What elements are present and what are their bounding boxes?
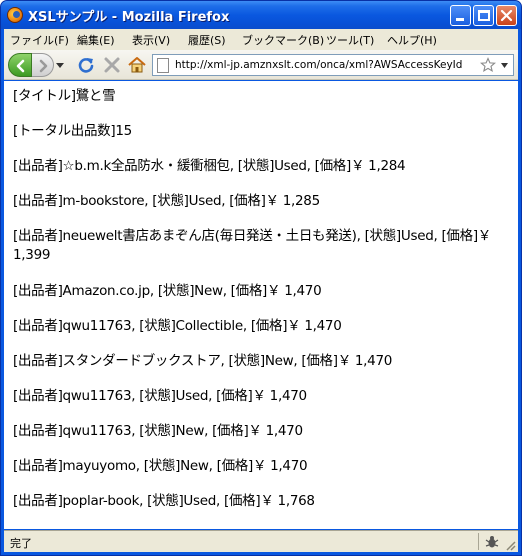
close-button[interactable] xyxy=(496,5,517,26)
bookmark-star-icon[interactable] xyxy=(480,57,496,73)
stop-icon[interactable] xyxy=(102,55,122,75)
resize-grip-icon[interactable] xyxy=(504,539,516,551)
listing-item: [出品者]m-bookstore, [状態]Used, [価格]￥ 1,285 xyxy=(13,193,320,209)
menu-edit[interactable]: 編集(E) xyxy=(77,32,115,48)
listing-item: [出品者]qwu11763, [状態]Collectible, [価格]￥ 1,… xyxy=(13,318,342,334)
firefox-icon[interactable] xyxy=(7,7,23,23)
book-title: [タイトル]鷺と雪 xyxy=(13,88,116,104)
url-dropdown-icon[interactable] xyxy=(501,63,508,68)
listing-item: [出品者]スタンダードブックストア, [状態]New, [価格]￥ 1,470 xyxy=(13,353,393,369)
home-icon[interactable] xyxy=(127,55,147,75)
listing-item: [出品者]Amazon.co.jp, [状態]New, [価格]￥ 1,470 xyxy=(13,283,322,299)
title-bar[interactable]: XSLサンプル - Mozilla Firefox xyxy=(1,1,521,29)
close-icon xyxy=(500,9,513,22)
status-text: 完了 xyxy=(10,537,32,550)
browser-window: XSLサンプル - Mozilla Firefox ファイル(F) 編集(E) … xyxy=(0,0,522,556)
minimize-button[interactable] xyxy=(450,5,471,26)
listing-item: [出品者]☆b.m.k全品防水・緩衝梱包, [状態]Used, [価格]￥ 1,… xyxy=(13,158,406,174)
menu-tools[interactable]: ツール(T) xyxy=(326,32,374,48)
back-button[interactable] xyxy=(8,53,32,77)
address-bar[interactable]: http://xml-jp.amznxslt.com/onca/xml?AWSA… xyxy=(152,54,514,76)
reload-icon[interactable] xyxy=(76,55,96,75)
status-bar: 完了 xyxy=(4,530,518,552)
listing-item: [出品者]qwu11763, [状態]New, [価格]￥ 1,470 xyxy=(13,423,303,439)
page-icon xyxy=(157,58,169,73)
history-dropdown-icon[interactable] xyxy=(56,60,64,70)
minimize-icon xyxy=(456,18,464,21)
forward-button[interactable] xyxy=(32,53,54,77)
listing-item: [出品者]poplar-book, [状態]Used, [価格]￥ 1,768 xyxy=(13,493,315,509)
listing-item: [出品者]qwu11763, [状態]Used, [価格]￥ 1,470 xyxy=(13,388,307,404)
menu-history[interactable]: 履歴(S) xyxy=(188,32,226,48)
listing-item: [出品者]mayuyomo, [状態]New, [価格]￥ 1,470 xyxy=(13,458,308,474)
menu-bar: ファイル(F) 編集(E) 表示(V) 履歴(S) ブックマーク(B) ツール(… xyxy=(4,29,518,50)
window-title: XSLサンプル - Mozilla Firefox xyxy=(28,10,230,25)
total-listings: [トータル出品数]15 xyxy=(13,123,132,139)
listing-item: [出品者]neuewelt書店あまぞん店(毎日発送・土日も発送), [状態]Us… xyxy=(13,228,492,263)
menu-file[interactable]: ファイル(F) xyxy=(10,32,69,48)
bug-icon[interactable] xyxy=(484,534,500,550)
status-separator xyxy=(478,533,479,550)
forward-arrow-icon xyxy=(39,59,48,73)
menu-view[interactable]: 表示(V) xyxy=(132,32,170,48)
url-input[interactable]: http://xml-jp.amznxslt.com/onca/xml?AWSA… xyxy=(175,59,475,71)
navigation-toolbar: http://xml-jp.amznxslt.com/onca/xml?AWSA… xyxy=(4,50,518,80)
back-arrow-icon xyxy=(16,59,25,73)
menu-bookmarks[interactable]: ブックマーク(B) xyxy=(242,32,324,48)
maximize-button[interactable] xyxy=(473,5,494,26)
page-content: [タイトル]鷺と雪 [トータル出品数]15 [出品者]☆b.m.k全品防水・緩衝… xyxy=(4,81,518,529)
maximize-icon xyxy=(478,10,490,21)
menu-help[interactable]: ヘルプ(H) xyxy=(387,32,437,48)
